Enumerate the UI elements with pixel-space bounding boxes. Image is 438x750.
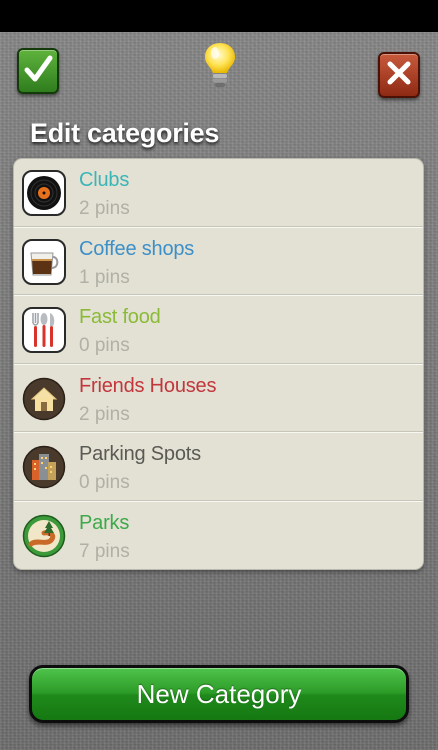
new-category-button[interactable]: New Category	[29, 665, 409, 723]
category-name: Parks	[79, 511, 130, 534]
category-row-fast-food[interactable]: Fast food 0 pins	[14, 296, 423, 365]
park-road-icon	[22, 513, 66, 559]
category-name: Coffee shops	[79, 237, 195, 260]
category-row-clubs[interactable]: Clubs 2 pins	[14, 159, 423, 228]
category-name: Clubs	[79, 169, 130, 191]
category-row-friends-houses[interactable]: Friends Houses 2 pins	[14, 365, 423, 434]
category-name: Fast food	[79, 306, 161, 329]
checkmark-icon	[23, 54, 53, 89]
category-pin-count: 1 pins	[79, 266, 130, 288]
confirm-button[interactable]	[17, 48, 59, 94]
category-name: Friends Houses	[79, 374, 217, 397]
cutlery-icon	[22, 307, 66, 354]
category-pin-count: 0 pins	[79, 472, 130, 494]
buildings-icon	[22, 444, 66, 490]
cancel-button[interactable]	[378, 52, 420, 98]
category-pin-count: 0 pins	[79, 335, 130, 357]
house-icon	[22, 376, 66, 422]
lightbulb-icon[interactable]	[201, 40, 239, 90]
category-pin-count: 2 pins	[79, 403, 130, 425]
category-row-parking-spots[interactable]: Parking Spots 0 pins	[14, 433, 423, 502]
category-row-coffee-shops[interactable]: Coffee shops 1 pins	[14, 228, 423, 297]
category-name: Parking Spots	[79, 443, 201, 466]
category-pin-count: 7 pins	[79, 540, 130, 562]
coffee-cup-icon	[22, 238, 66, 285]
category-row-parks[interactable]: Parks 7 pins	[14, 502, 423, 569]
vinyl-record-icon	[22, 170, 66, 216]
page-title: Edit categories	[30, 118, 220, 148]
category-pin-count: 2 pins	[79, 198, 130, 219]
close-icon	[385, 59, 413, 92]
status-bar	[0, 0, 438, 32]
category-list: Clubs 2 pins Coffee shops 1 pins Fast fo…	[13, 158, 424, 570]
